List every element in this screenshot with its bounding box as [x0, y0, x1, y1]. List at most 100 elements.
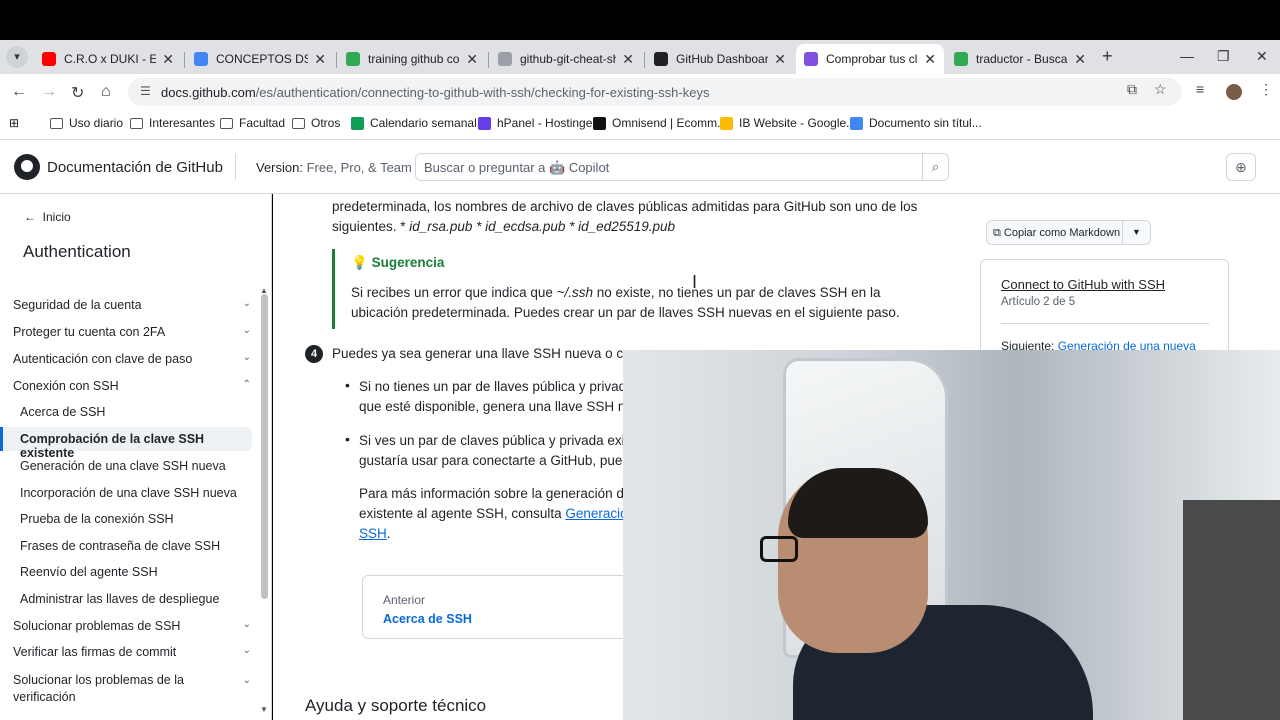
- sidebar-subitem[interactable]: Frases de contraseña de clave SSH: [20, 539, 252, 553]
- folder-icon: [220, 117, 233, 129]
- folder-icon: [130, 117, 143, 129]
- close-tab-icon[interactable]: ✕: [466, 51, 478, 68]
- section-title: Authentication: [23, 242, 131, 261]
- install-app-icon[interactable]: ⧉: [1127, 81, 1137, 98]
- bookmark-label: Facultad: [239, 116, 286, 130]
- version-label: Version:: [256, 160, 303, 175]
- version-picker[interactable]: Version: Free, Pro, & Team ▼: [256, 160, 424, 175]
- webcam-background-wall: [1183, 500, 1280, 720]
- minimize-icon[interactable]: —: [1180, 48, 1194, 64]
- language-globe-icon[interactable]: ⊕: [1226, 153, 1256, 181]
- copy-markdown-button[interactable]: ⧉ Copiar como Markdown ▼: [986, 220, 1151, 245]
- sidebar-subitem[interactable]: Incorporación de una clave SSH nueva: [20, 486, 252, 500]
- close-tab-icon[interactable]: ✕: [622, 51, 634, 68]
- apps-grid-icon[interactable]: ⊞: [9, 116, 19, 130]
- tab-4[interactable]: GitHub Dashboard ✕: [646, 44, 794, 74]
- tab-5-active[interactable]: Comprobar tus clave ✕: [796, 44, 944, 74]
- sidebar-subitem[interactable]: Prueba de la conexión SSH: [20, 512, 252, 526]
- bookmark-site[interactable]: Calendario semanal...: [351, 116, 487, 130]
- omnibox[interactable]: ☰ docs.github.com/es/authentication/conn…: [128, 78, 1182, 106]
- tab-0[interactable]: C.R.O x DUKI - El ✕: [34, 44, 182, 74]
- bookmark-folder[interactable]: Uso diario: [50, 116, 123, 130]
- sidebar-subitem[interactable]: Administrar las llaves de despliegue: [20, 592, 252, 606]
- sidebar-subitem-active[interactable]: Comprobación de la clave SSH existente: [20, 432, 252, 460]
- reload-icon[interactable]: ↻: [71, 83, 84, 103]
- bookmark-label: Otros: [311, 116, 341, 130]
- sidebar-item-2fa[interactable]: Proteger tu cuenta con 2FA ⌄: [13, 325, 251, 339]
- bookmark-folder[interactable]: Interesantes: [130, 116, 215, 130]
- sidebar: ← Inicio Authentication Seguridad de la …: [0, 194, 272, 720]
- home-link[interactable]: ← Inicio: [24, 210, 71, 224]
- tip-callout: 💡 Sugerencia Si recibes un error que ind…: [332, 249, 912, 329]
- text: siguientes. *: [332, 219, 410, 234]
- youtube-icon: [42, 52, 56, 66]
- maximize-icon[interactable]: ❐: [1217, 48, 1230, 65]
- webcam-person-hair: [788, 468, 928, 538]
- docs-title[interactable]: Documentación de GitHub: [47, 159, 223, 176]
- sidebar-subitem[interactable]: Reenvío del agente SSH: [20, 565, 252, 579]
- address-bar: ← → ↻ ⌂ ☰ docs.github.com/es/authenticat…: [0, 74, 1280, 110]
- omnisend-icon: [593, 116, 606, 130]
- bookmark-label: Uso diario: [69, 116, 124, 130]
- bookmark-site[interactable]: Documento sin títul...: [850, 116, 982, 130]
- site-info-icon[interactable]: ☰: [140, 84, 151, 98]
- scroll-down-arrow-icon[interactable]: ▼: [260, 705, 268, 714]
- url-host: docs.github.com: [161, 85, 256, 100]
- home-icon[interactable]: ⌂: [101, 83, 111, 101]
- sidebar-scrollbar[interactable]: [261, 294, 268, 599]
- sidebar-item-verification-troubleshoot[interactable]: Solucionar los problemas de la verificac…: [13, 672, 251, 706]
- media-controls-icon[interactable]: ≡: [1196, 81, 1204, 97]
- close-tab-icon[interactable]: ✕: [314, 51, 326, 68]
- search-input[interactable]: Buscar o preguntar a 🤖 Copilot ⌕: [415, 153, 949, 181]
- bookmark-site[interactable]: IB Website - Google...: [720, 116, 856, 130]
- help-heading: Ayuda y soporte técnico: [305, 696, 487, 715]
- bookmark-folder[interactable]: Otros: [292, 116, 340, 130]
- sidebar-item-ssh[interactable]: Conexión con SSH ⌃: [13, 379, 251, 393]
- close-tab-icon[interactable]: ✕: [774, 51, 786, 68]
- bookmark-site[interactable]: Omnisend | Ecomm...: [593, 116, 727, 130]
- sidebar-item-passkey[interactable]: Autenticación con clave de paso ⌄: [13, 352, 251, 366]
- close-tab-icon[interactable]: ✕: [162, 51, 174, 68]
- folder-icon: [292, 117, 305, 129]
- ssh-link[interactable]: SSH: [359, 526, 387, 541]
- sidebar-item-label: Autenticación con clave de paso: [13, 352, 193, 366]
- bookmark-site[interactable]: hPanel - Hostinger: [478, 116, 596, 130]
- bookmark-label: IB Website - Google...: [739, 116, 857, 130]
- docs-header: Documentación de GitHub Version: Free, P…: [0, 140, 1280, 194]
- back-icon[interactable]: ←: [11, 83, 27, 101]
- menu-icon[interactable]: ⋮: [1259, 81, 1273, 98]
- tab-1[interactable]: CONCEPTOS DSW (y ✕: [186, 44, 334, 74]
- tab-title: training github com: [368, 52, 461, 66]
- home-label: Inicio: [42, 210, 71, 224]
- close-tab-icon[interactable]: ✕: [924, 51, 936, 68]
- black-bar: [0, 0, 1280, 40]
- github-icon: [654, 52, 668, 66]
- sidebar-subitem[interactable]: Acerca de SSH: [20, 405, 252, 419]
- tab-search-button[interactable]: ▾: [6, 46, 28, 68]
- tab-3[interactable]: github-git-cheat-she ✕: [490, 44, 642, 74]
- sidebar-item-ssh-troubleshoot[interactable]: Solucionar problemas de SSH ⌄: [13, 619, 251, 633]
- search-icon[interactable]: ⌕: [922, 154, 948, 180]
- previous-link[interactable]: Acerca de SSH: [383, 612, 472, 626]
- forward-icon[interactable]: →: [41, 83, 57, 101]
- key-filenames: id_rsa.pub * id_ecdsa.pub * id_ed25519.p…: [409, 219, 676, 234]
- sidebar-item-commit-signatures[interactable]: Verificar las firmas de commit ⌄: [13, 645, 251, 659]
- sidebar-item-label: Conexión con SSH: [13, 379, 119, 393]
- github-logo-icon[interactable]: [14, 154, 40, 180]
- tab-2[interactable]: training github com ✕: [338, 44, 486, 74]
- sidebar-item-account-security[interactable]: Seguridad de la cuenta ⌄: [13, 298, 251, 312]
- docs-icon: [850, 116, 863, 130]
- new-tab-icon[interactable]: +: [1102, 46, 1113, 67]
- sidebar-item-label: Verificar las firmas de commit: [13, 645, 177, 659]
- bookmark-folder[interactable]: Facultad: [220, 116, 285, 130]
- chevron-down-icon[interactable]: ▼: [1122, 221, 1150, 244]
- tab-6[interactable]: traductor - Buscar co ✕: [946, 44, 1094, 74]
- sidebar-subitem[interactable]: Generación de una clave SSH nueva: [20, 459, 252, 473]
- close-tab-icon[interactable]: ✕: [1074, 51, 1086, 68]
- url-text[interactable]: docs.github.com/es/authentication/connec…: [161, 85, 709, 100]
- profile-avatar[interactable]: [1226, 84, 1242, 100]
- bullet-dot: •: [345, 377, 350, 393]
- bookmark-star-icon[interactable]: ☆: [1154, 81, 1167, 98]
- toc-title-link[interactable]: Connect to GitHub with SSH: [1001, 277, 1165, 292]
- close-window-icon[interactable]: ✕: [1256, 48, 1268, 65]
